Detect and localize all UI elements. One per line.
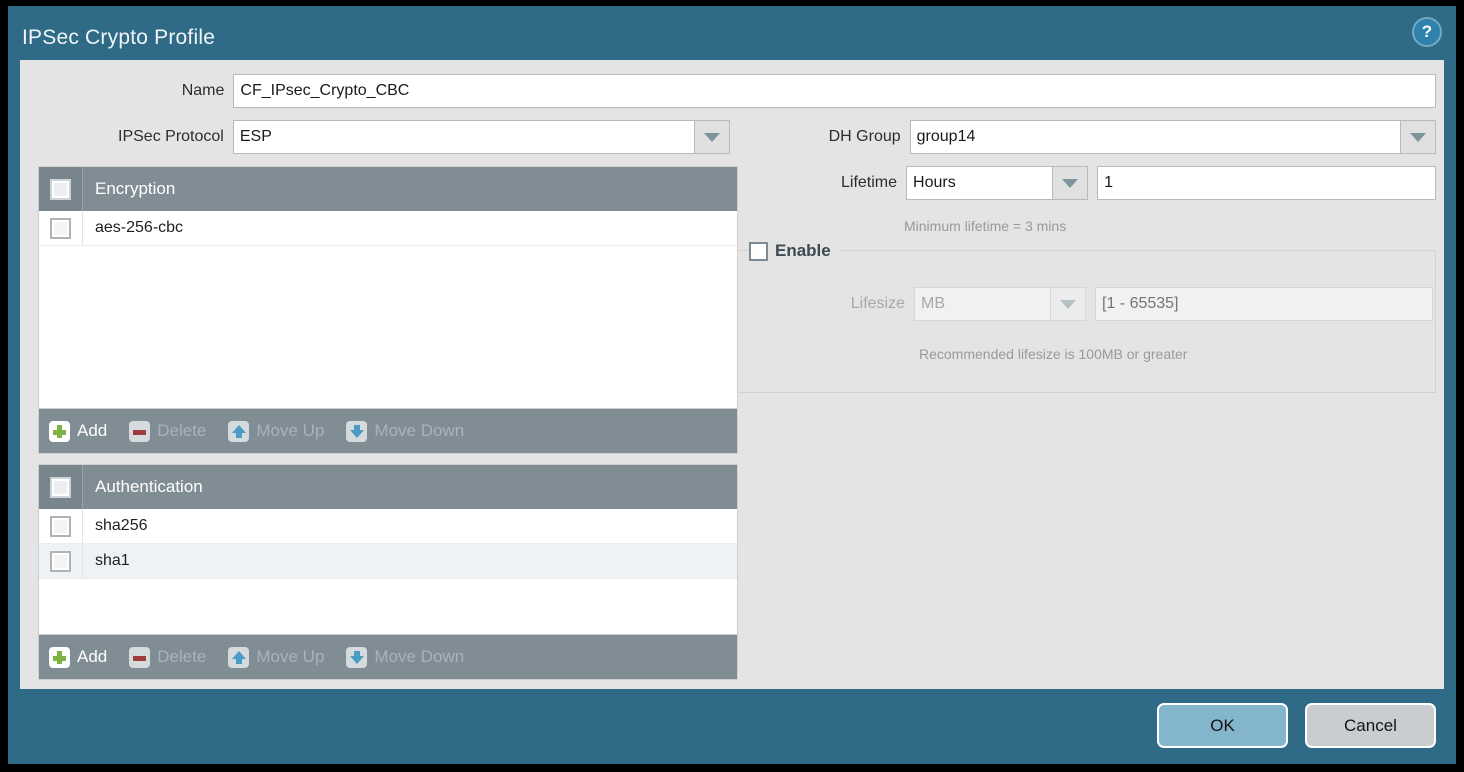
lifesize-unit-select[interactable]: MB xyxy=(914,287,1086,321)
plus-icon xyxy=(49,646,70,668)
authentication-delete-button[interactable]: Delete xyxy=(129,646,207,668)
ipsec-protocol-label: IPSec Protocol xyxy=(118,128,224,145)
row-checkbox[interactable] xyxy=(50,217,71,239)
encryption-header-label: Encryption xyxy=(95,179,176,198)
enable-label: Enable xyxy=(775,241,831,260)
lifesize-hint: Recommended lifesize is 100MB or greater xyxy=(919,346,1188,362)
authentication-move-down-label: Move Down xyxy=(374,647,465,666)
table-row[interactable]: sha1 xyxy=(39,543,737,579)
encryption-add-label: Add xyxy=(77,421,108,440)
ipsec-protocol-row: IPSec Protocol ESP xyxy=(20,120,730,154)
table-row[interactable]: aes-256-cbc xyxy=(39,210,737,246)
lifetime-row: Lifetime Hours xyxy=(736,166,1436,200)
authentication-move-up-label: Move Up xyxy=(256,647,325,666)
arrow-up-icon xyxy=(228,646,250,668)
lifetime-value-input[interactable] xyxy=(1097,166,1436,200)
name-row: Name xyxy=(20,74,1436,108)
encryption-delete-label: Delete xyxy=(157,421,207,440)
lifesize-row: Lifesize MB xyxy=(737,287,1437,321)
minus-icon xyxy=(129,420,151,442)
authentication-header-label: Authentication xyxy=(95,477,203,496)
lifesize-label: Lifesize xyxy=(850,295,905,312)
encryption-rows: aes-256-cbc xyxy=(39,210,737,246)
lifesize-value-input[interactable] xyxy=(1095,287,1433,321)
dh-group-value: group14 xyxy=(909,120,1400,154)
lifetime-unit-value: Hours xyxy=(906,166,1053,200)
authentication-row-label: sha256 xyxy=(95,517,148,534)
arrow-down-icon xyxy=(346,420,368,442)
chevron-down-icon[interactable] xyxy=(1052,166,1089,200)
name-label: Name xyxy=(181,82,225,99)
row-checkbox[interactable] xyxy=(50,515,71,537)
encryption-list-panel: Encryption aes-256-cbc xyxy=(38,166,738,409)
dialog-body: Name IPSec Protocol ESP DH Group group14… xyxy=(20,60,1444,689)
dh-group-row: DH Group group14 xyxy=(736,120,1436,154)
authentication-add-button[interactable]: Add xyxy=(49,646,108,668)
row-checkbox[interactable] xyxy=(50,550,71,572)
authentication-list-panel: Authentication sha256 sha1 xyxy=(38,464,738,635)
plus-icon xyxy=(49,420,70,442)
row-checkbox-cell[interactable] xyxy=(39,210,83,246)
encryption-select-all-cell[interactable] xyxy=(39,167,83,211)
dialog-title: IPSec Crypto Profile xyxy=(22,26,216,49)
authentication-delete-label: Delete xyxy=(157,647,207,666)
lifesize-fieldset: Enable Lifesize MB Recommended lifesize … xyxy=(736,238,1437,393)
authentication-rows: sha256 sha1 xyxy=(39,508,737,579)
encryption-move-up-label: Move Up xyxy=(256,421,325,440)
encryption-list-header: Encryption xyxy=(39,167,737,211)
lifetime-label: Lifetime xyxy=(840,174,898,191)
chevron-down-icon[interactable] xyxy=(694,120,730,154)
authentication-select-all-cell[interactable] xyxy=(39,465,83,509)
dh-group-select[interactable]: group14 xyxy=(909,120,1436,154)
cancel-button[interactable]: Cancel xyxy=(1305,703,1436,748)
chevron-down-icon[interactable] xyxy=(1400,120,1436,154)
encryption-move-down-button[interactable]: Move Down xyxy=(346,420,465,442)
row-checkbox-cell[interactable] xyxy=(39,508,83,544)
encryption-select-all-checkbox[interactable] xyxy=(50,178,71,200)
enable-checkbox[interactable] xyxy=(749,241,768,261)
chevron-down-icon[interactable] xyxy=(1050,287,1086,321)
enable-lifesize-legend: Enable xyxy=(749,238,839,264)
dh-group-label: DH Group xyxy=(828,128,901,145)
minus-icon xyxy=(129,646,151,668)
arrow-down-icon xyxy=(346,646,368,668)
authentication-move-down-button[interactable]: Move Down xyxy=(346,646,465,668)
encryption-row-label: aes-256-cbc xyxy=(95,219,184,236)
table-row[interactable]: sha256 xyxy=(39,508,737,544)
dialog-footer: OK Cancel xyxy=(8,689,1456,764)
dialog-title-bar: IPSec Crypto Profile ? xyxy=(8,6,1456,60)
authentication-move-up-button[interactable]: Move Up xyxy=(228,646,325,668)
lifesize-unit-value: MB xyxy=(914,287,1050,321)
lifetime-unit-select[interactable]: Hours xyxy=(906,166,1089,200)
authentication-row-label: sha1 xyxy=(95,552,130,569)
arrow-up-icon xyxy=(228,420,250,442)
encryption-delete-button[interactable]: Delete xyxy=(129,420,207,442)
encryption-toolbar: Add Delete Move Up Move Down xyxy=(38,409,738,454)
row-checkbox-cell[interactable] xyxy=(39,543,83,579)
authentication-select-all-checkbox[interactable] xyxy=(50,476,71,498)
lifetime-hint: Minimum lifetime = 3 mins xyxy=(904,218,1067,234)
name-input[interactable] xyxy=(233,74,1436,108)
ipsec-protocol-value: ESP xyxy=(232,120,694,154)
ipsec-protocol-select[interactable]: ESP xyxy=(232,120,730,154)
ok-button[interactable]: OK xyxy=(1157,703,1288,748)
authentication-list-header: Authentication xyxy=(39,465,737,509)
authentication-toolbar: Add Delete Move Up Move Down xyxy=(38,635,738,680)
ipsec-crypto-profile-dialog: IPSec Crypto Profile ? Name IPSec Protoc… xyxy=(8,6,1456,764)
authentication-add-label: Add xyxy=(77,647,108,666)
encryption-move-down-label: Move Down xyxy=(374,421,465,440)
help-circle-icon[interactable]: ? xyxy=(1412,17,1442,47)
encryption-add-button[interactable]: Add xyxy=(49,420,108,442)
encryption-move-up-button[interactable]: Move Up xyxy=(228,420,325,442)
